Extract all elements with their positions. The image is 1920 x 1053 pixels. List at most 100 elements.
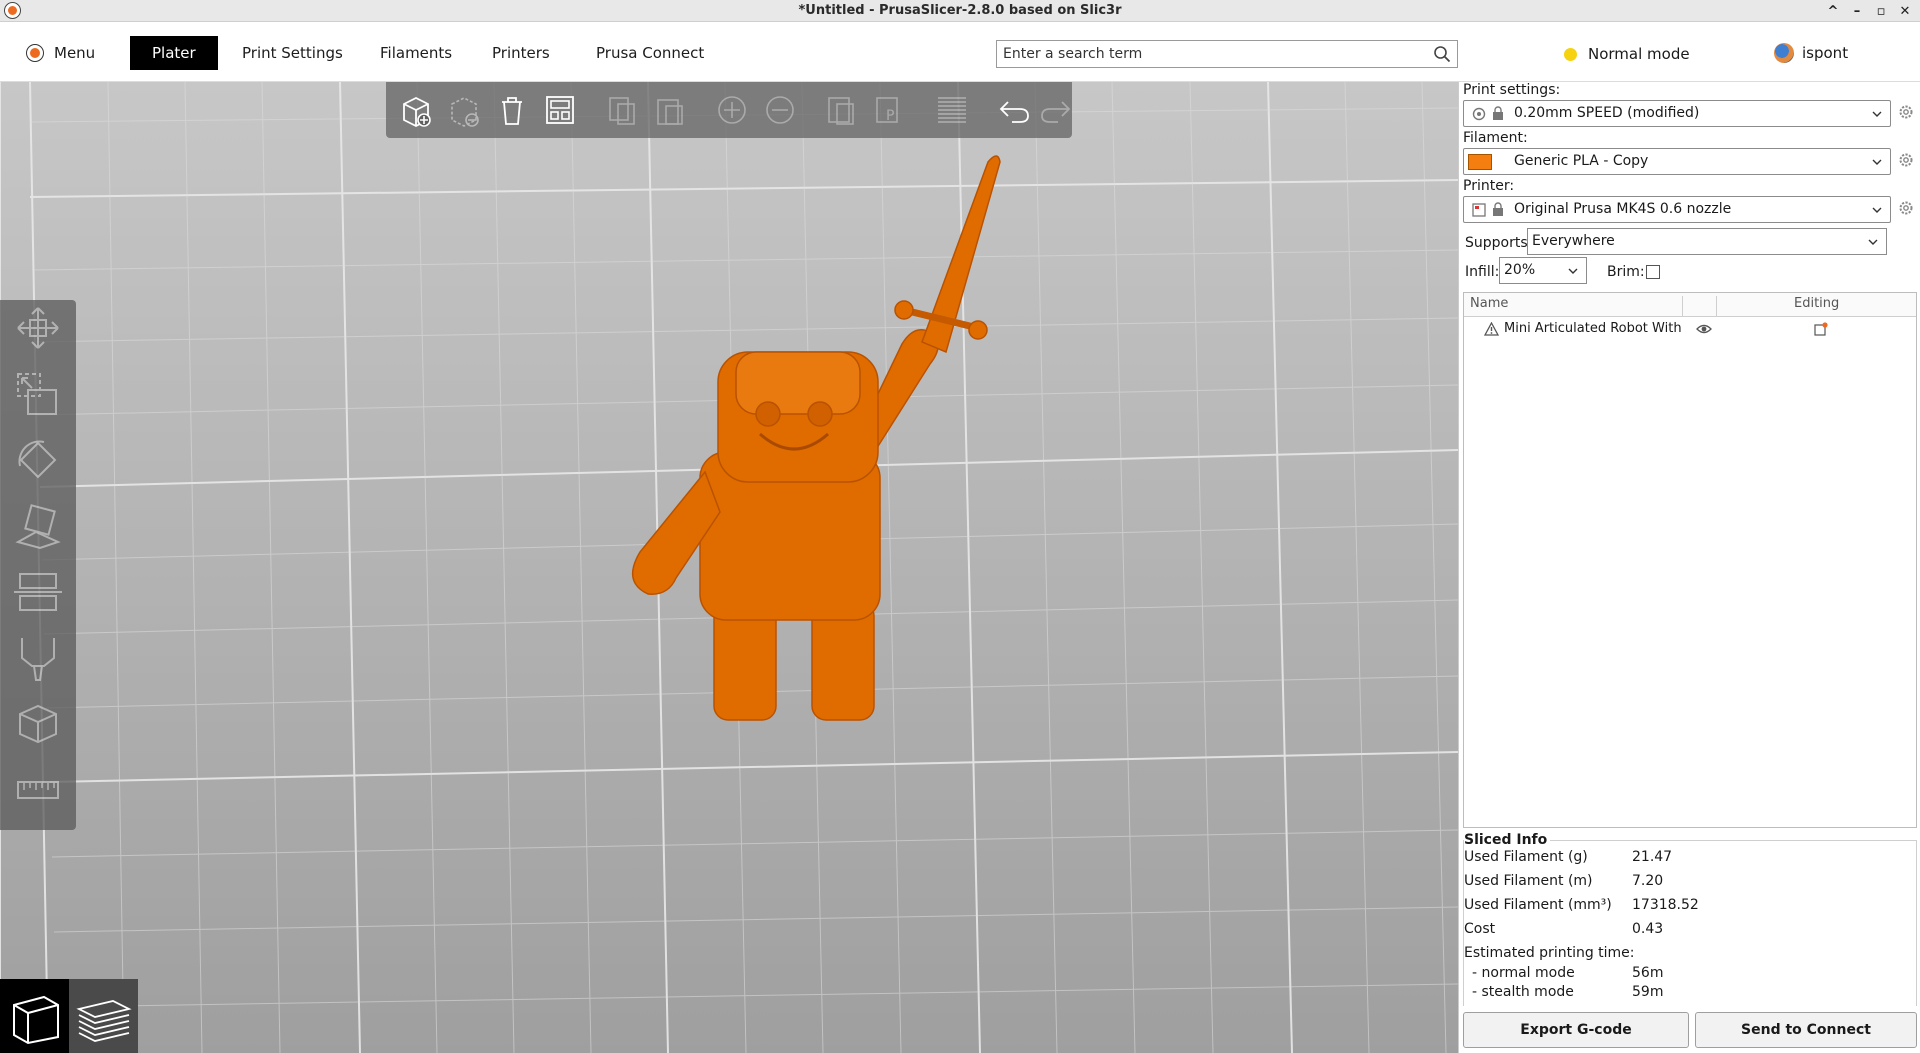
prusa-menu-icon: [26, 44, 44, 62]
search-input[interactable]: [997, 41, 1417, 67]
main-tab-bar: Menu Plater Print Settings Filaments Pri…: [0, 22, 1920, 82]
mode-indicator-icon: [1564, 48, 1577, 61]
tab-print-settings[interactable]: Print Settings: [220, 36, 365, 70]
chevron-down-icon: [1872, 159, 1882, 165]
arrange-icon[interactable]: [542, 92, 578, 128]
print-settings-label: Print settings:: [1463, 82, 1561, 98]
menu-button[interactable]: Menu: [16, 36, 117, 70]
preview-button[interactable]: [69, 979, 138, 1053]
measure-ruler-icon[interactable]: [14, 766, 62, 814]
system-preset-icon: [1472, 107, 1486, 121]
table-row[interactable]: Mini Articulated Robot With S: [1464, 319, 1916, 341]
variable-layer-height-icon[interactable]: [934, 92, 970, 128]
send-to-connect-label: Send to Connect: [1741, 1022, 1871, 1038]
used-filament-m-value: 7.20: [1632, 873, 1664, 889]
filament-color-swatch[interactable]: [1468, 154, 1492, 170]
3d-viewport[interactable]: P: [0, 82, 1458, 1053]
used-filament-g-label: Used Filament (g): [1464, 849, 1588, 865]
place-on-face-icon[interactable]: [14, 502, 62, 550]
normal-mode-value: 56m: [1632, 965, 1664, 981]
normal-mode-label: - normal mode: [1472, 965, 1575, 981]
tab-printers[interactable]: Printers: [470, 36, 572, 70]
tab-plater-label: Plater: [152, 44, 196, 62]
rotate-icon[interactable]: [14, 436, 62, 484]
supports-select[interactable]: Everywhere: [1527, 228, 1887, 255]
infill-label: Infill:: [1465, 264, 1500, 280]
tab-filaments-label: Filaments: [380, 44, 453, 62]
copy-icon[interactable]: [604, 92, 640, 128]
menu-label: Menu: [54, 44, 96, 62]
cut-icon[interactable]: [14, 568, 62, 616]
brim-checkbox[interactable]: [1646, 265, 1660, 279]
window-minimize-button[interactable]: –: [1848, 4, 1866, 19]
infill-select[interactable]: 20%: [1499, 257, 1587, 284]
object-list[interactable]: Name Editing Mini Articulated Robot With…: [1463, 292, 1917, 828]
chevron-down-icon: [1568, 268, 1578, 274]
object-name: Mini Articulated Robot With S: [1504, 321, 1686, 336]
mode-switch[interactable]: Normal mode: [1564, 44, 1690, 64]
cost-label: Cost: [1464, 921, 1496, 937]
used-filament-g-value: 21.47: [1632, 849, 1673, 865]
estimated-time-label: Estimated printing time:: [1464, 945, 1635, 961]
add-instance-icon[interactable]: [714, 92, 750, 128]
tab-print-settings-label: Print Settings: [242, 44, 343, 62]
title-bar: *Untitled - PrusaSlicer-2.8.0 based on S…: [0, 0, 1920, 22]
scale-icon[interactable]: [14, 370, 62, 418]
delete-all-icon[interactable]: [494, 92, 530, 128]
add-object-icon[interactable]: [398, 92, 434, 128]
print-settings-value: 0.20mm SPEED (modified): [1514, 105, 1700, 121]
split-to-objects-icon[interactable]: [824, 92, 860, 128]
warning-icon[interactable]: [1484, 322, 1499, 336]
brim-label: Brim:: [1607, 264, 1645, 280]
move-icon[interactable]: [14, 304, 62, 352]
robot-model: [631, 155, 1001, 721]
plater-sidebar: Print settings: 0.20mm SPEED (modified) …: [1458, 82, 1920, 1053]
used-filament-m-label: Used Filament (m): [1464, 873, 1593, 889]
user-avatar-icon: [1774, 43, 1794, 63]
eye-icon[interactable]: [1696, 322, 1712, 336]
remove-instance-icon[interactable]: [762, 92, 798, 128]
tab-printers-label: Printers: [492, 44, 550, 62]
delete-object-icon[interactable]: [446, 92, 482, 128]
stealth-mode-label: - stealth mode: [1472, 984, 1574, 1000]
print-bed-grid: [0, 82, 1458, 1053]
printer-label: Printer:: [1463, 178, 1515, 194]
print-settings-gear-icon[interactable]: [1898, 104, 1914, 120]
paint-supports-icon[interactable]: [14, 634, 62, 682]
cube-view-icon: [13, 995, 59, 1045]
filament-label: Filament:: [1463, 130, 1528, 146]
tab-prusa-connect[interactable]: Prusa Connect: [574, 36, 726, 70]
printer-gear-icon[interactable]: [1898, 200, 1914, 216]
window-close-button[interactable]: ✕: [1896, 4, 1914, 19]
used-filament-mm3-label: Used Filament (mm³): [1464, 897, 1612, 913]
tab-plater[interactable]: Plater: [130, 36, 218, 70]
filament-combo[interactable]: Generic PLA - Copy: [1463, 148, 1891, 175]
split-to-parts-icon[interactable]: P: [872, 92, 908, 128]
supports-value: Everywhere: [1532, 233, 1615, 249]
redo-icon[interactable]: [1038, 92, 1074, 128]
column-name[interactable]: Name: [1470, 296, 1508, 311]
column-editing[interactable]: Editing: [1794, 296, 1839, 311]
print-settings-combo[interactable]: 0.20mm SPEED (modified): [1463, 100, 1891, 127]
undo-icon[interactable]: [996, 92, 1032, 128]
used-filament-mm3-value: 17318.52: [1632, 897, 1699, 913]
layers-preview-icon: [76, 1000, 132, 1042]
filament-gear-icon[interactable]: [1898, 152, 1914, 168]
tab-filaments[interactable]: Filaments: [358, 36, 474, 70]
edit-settings-icon[interactable]: [1814, 322, 1828, 336]
user-account-button[interactable]: ispont: [1774, 42, 1848, 64]
search-icon[interactable]: [1433, 45, 1451, 63]
window-controls: ^ – ▫ ✕: [1824, 0, 1914, 22]
tab-prusa-connect-label: Prusa Connect: [596, 44, 705, 62]
window-maximize-button[interactable]: ▫: [1872, 4, 1890, 19]
window-shade-button[interactable]: ^: [1824, 4, 1842, 19]
printer-combo[interactable]: Original Prusa MK4S 0.6 nozzle: [1463, 196, 1891, 223]
export-gcode-button[interactable]: Export G-code: [1463, 1012, 1689, 1048]
send-to-connect-button[interactable]: Send to Connect: [1695, 1012, 1917, 1048]
svg-text:P: P: [886, 108, 894, 124]
printer-value: Original Prusa MK4S 0.6 nozzle: [1514, 201, 1732, 217]
3d-view-button[interactable]: [0, 979, 69, 1053]
paste-icon[interactable]: [652, 92, 688, 128]
measure-cube-icon[interactable]: [14, 700, 62, 748]
gizmo-toolbar: [0, 300, 76, 830]
